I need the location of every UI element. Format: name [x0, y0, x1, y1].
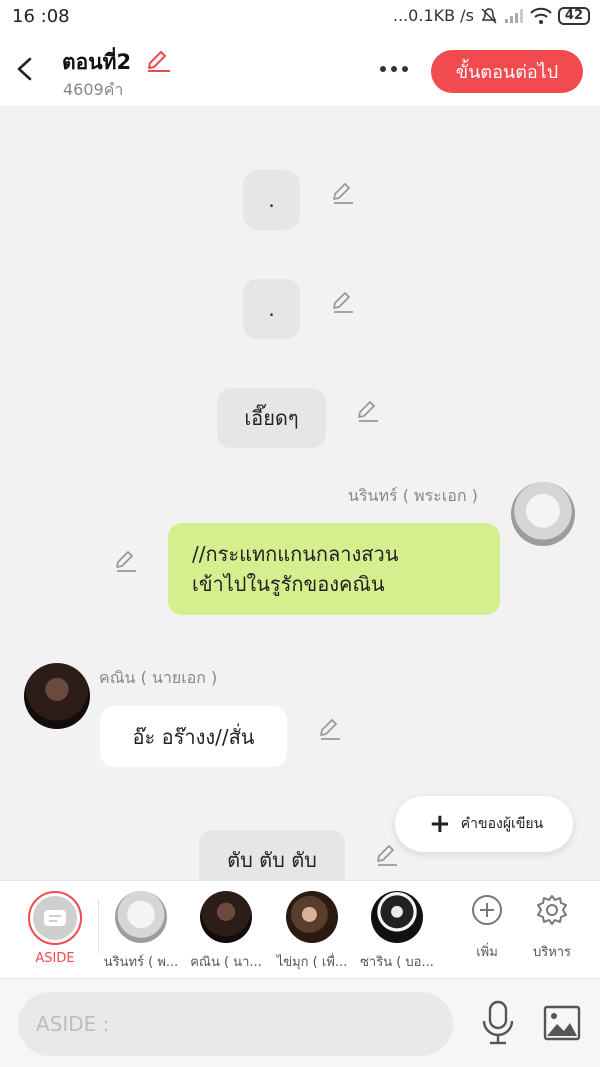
- add-label: เพิ่ม: [476, 945, 498, 960]
- character-item[interactable]: ไข่มุก ( เพื่...: [270, 891, 354, 970]
- input-bar: [0, 978, 600, 1067]
- edit-message-icon[interactable]: [317, 716, 343, 742]
- mute-icon: [481, 7, 497, 24]
- status-time: 16 :08: [12, 6, 70, 27]
- status-bar: 16 :08 ...0.1KB /s 42: [0, 0, 600, 36]
- narration-bubble[interactable]: .: [243, 170, 300, 230]
- message-line: เข้าไปในรูรักของคณิน: [192, 572, 385, 596]
- next-step-button[interactable]: ขั้นตอนต่อไป: [431, 50, 583, 93]
- edit-message-icon[interactable]: [330, 180, 356, 206]
- character-name: ซาริน ( บอ...: [360, 955, 434, 970]
- character-bar: ASIDE นรินทร์ ( พ... คณิน ( นา... ไข่มุก…: [0, 880, 600, 978]
- character-name: นรินทร์ ( พ...: [103, 955, 179, 970]
- gear-icon: [537, 895, 567, 925]
- edit-message-icon[interactable]: [374, 842, 400, 868]
- avatar: [24, 663, 90, 729]
- manage-button[interactable]: บริหาร: [522, 893, 582, 962]
- plus-icon: +: [429, 809, 451, 839]
- battery-indicator: 42: [557, 6, 590, 25]
- wifi-icon: [530, 7, 552, 24]
- character-item[interactable]: คณิน ( นา...: [184, 891, 268, 970]
- author-note-label: คำของผู้เขียน: [460, 816, 544, 832]
- status-icons: ...0.1KB /s 42: [393, 6, 590, 25]
- speaker-name: คณิน ( นายเอก ): [99, 668, 218, 687]
- more-options-button[interactable]: [374, 54, 414, 84]
- message-input[interactable]: [18, 992, 453, 1056]
- word-count: 4609คำ: [63, 80, 124, 99]
- character-name: คณิน ( นา...: [190, 955, 262, 970]
- aside-icon: [33, 896, 77, 940]
- aside-label: ASIDE: [35, 951, 75, 966]
- edit-message-icon[interactable]: [355, 398, 381, 424]
- message-line: //กระแทกแกนกลางสวน: [192, 542, 399, 566]
- avatar: [200, 891, 252, 943]
- avatar: [115, 891, 167, 943]
- aside-button[interactable]: [28, 891, 82, 945]
- network-speed: ...0.1KB /s: [392, 6, 474, 25]
- edit-title-icon[interactable]: [144, 48, 172, 74]
- signal-icon: [504, 8, 523, 23]
- header: ตอนที่2 4609คำ ขั้นตอนต่อไป: [0, 36, 600, 106]
- character-item[interactable]: นรินทร์ ( พ...: [99, 891, 183, 970]
- add-circle-icon: [472, 895, 502, 925]
- microphone-icon[interactable]: [478, 999, 518, 1047]
- add-character-button[interactable]: เพิ่ม: [457, 893, 517, 962]
- narration-bubble[interactable]: .: [243, 279, 300, 339]
- avatar: [371, 891, 423, 943]
- character-name: ไข่มุก ( เพื่...: [276, 955, 348, 970]
- narration-bubble[interactable]: เอี๊ยดๆ: [217, 388, 326, 448]
- avatar: [286, 891, 338, 943]
- message-bubble-right[interactable]: //กระแทกแกนกลางสวน เข้าไปในรูรักของคณิน: [168, 523, 500, 615]
- episode-title: ตอนที่2: [62, 50, 132, 74]
- author-note-button[interactable]: + คำของผู้เขียน: [395, 796, 573, 852]
- edit-message-icon[interactable]: [330, 289, 356, 315]
- back-arrow-icon[interactable]: [10, 52, 40, 86]
- edit-message-icon[interactable]: [113, 548, 139, 574]
- image-icon[interactable]: [542, 1003, 582, 1043]
- message-bubble-left[interactable]: อ๊ะ อร๊างง//สั่น: [100, 706, 287, 767]
- manage-label: บริหาร: [532, 945, 572, 960]
- character-item[interactable]: ซาริน ( บอ...: [355, 891, 439, 970]
- avatar: [511, 482, 575, 546]
- speaker-name: นรินทร์ ( พระเอก ): [348, 486, 478, 505]
